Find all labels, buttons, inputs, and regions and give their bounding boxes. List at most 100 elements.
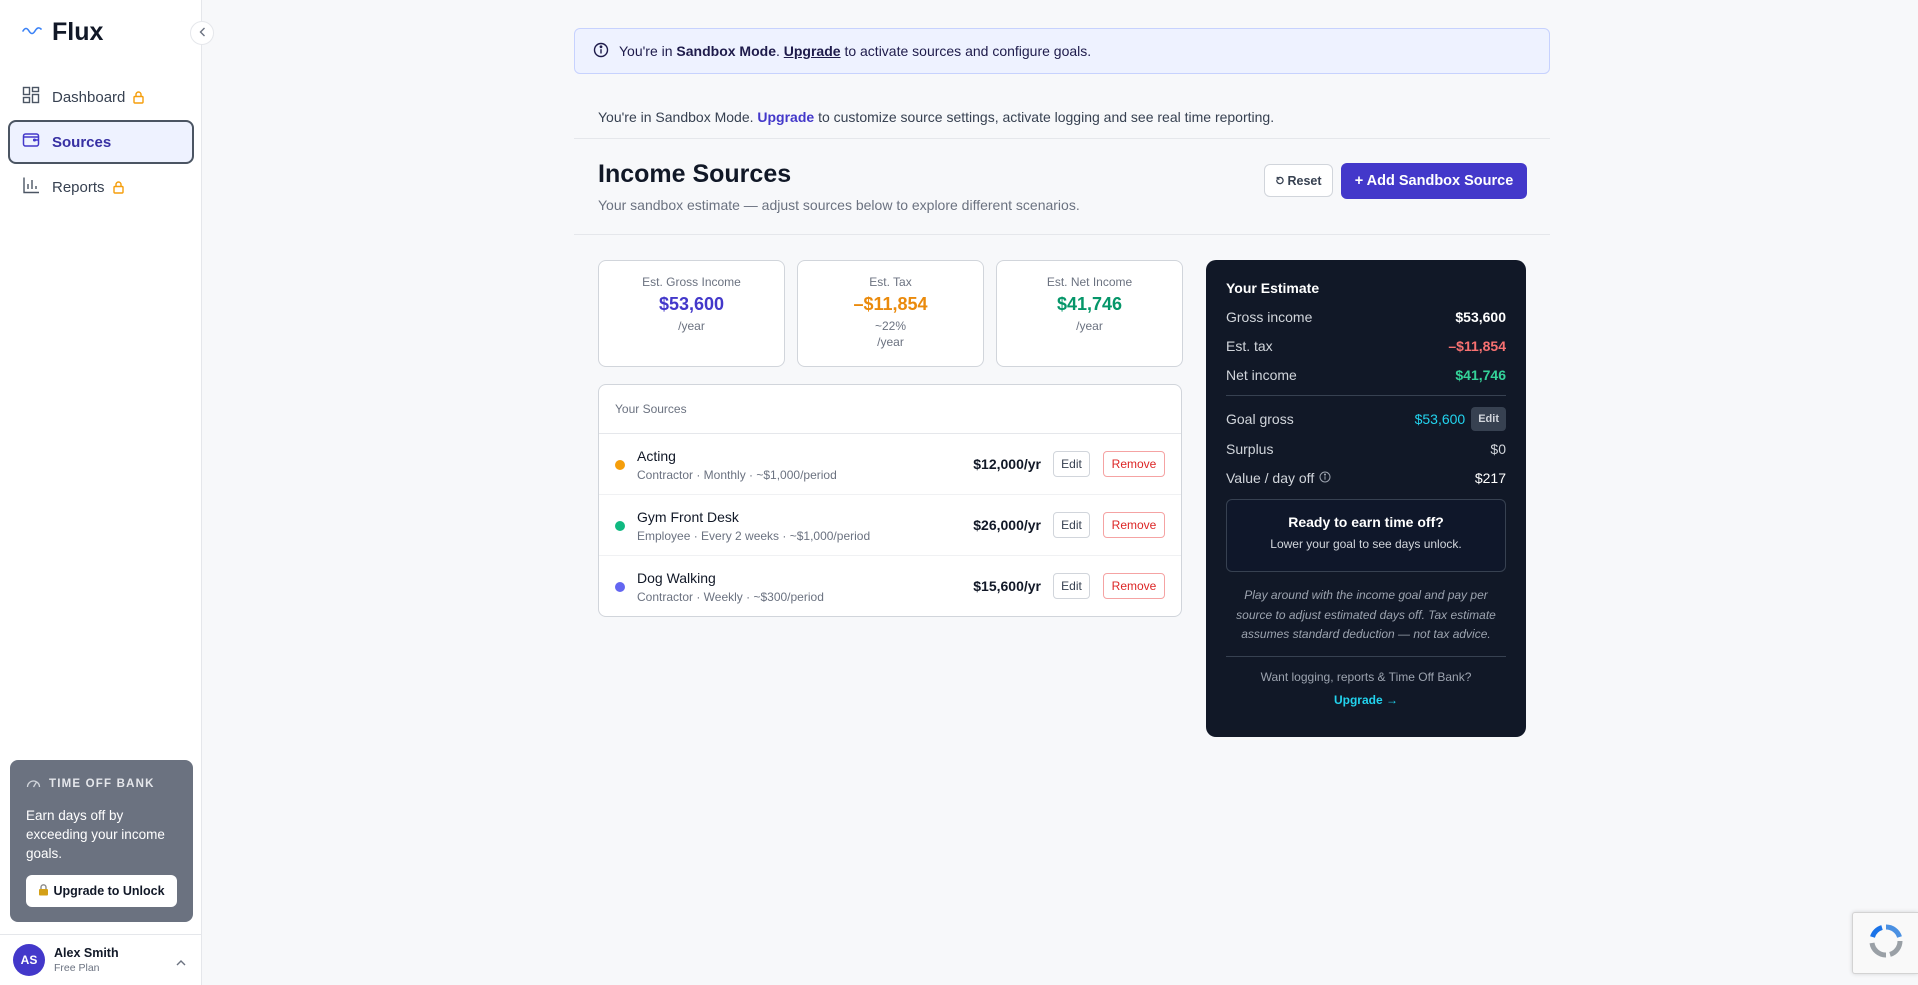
stat-period: /year	[877, 335, 904, 349]
estimate-panel: Your Estimate Gross income $53,600 Est. …	[1206, 260, 1526, 737]
remove-source-button[interactable]: Remove	[1103, 512, 1165, 538]
estimate-tax-label: Est. tax	[1226, 338, 1273, 354]
collapse-sidebar-button[interactable]	[190, 21, 214, 45]
sandbox-notice: You're in Sandbox Mode. Upgrade to custo…	[598, 109, 1275, 125]
estimate-goal-label: Goal gross	[1226, 411, 1294, 427]
add-sandbox-source-button[interactable]: + Add Sandbox Source	[1341, 163, 1527, 199]
chevron-up-icon	[176, 953, 186, 971]
info-icon	[593, 42, 609, 61]
source-amount: $26,000/yr	[973, 517, 1041, 533]
stat-value: $53,600	[658, 294, 725, 314]
gauge-icon	[26, 776, 41, 792]
reset-button[interactable]: Reset	[1264, 164, 1333, 197]
source-row: Gym Front Desk Employee · Every 2 weeks …	[599, 495, 1181, 556]
source-meta: Contractor · Weekly · ~$300/period	[637, 590, 824, 604]
stat-sub: /year	[1076, 319, 1103, 333]
estimate-goal-value: $53,600	[1414, 411, 1466, 427]
lock-icon	[38, 883, 49, 899]
remove-source-button[interactable]: Remove	[1103, 573, 1165, 599]
source-row: Dog Walking Contractor · Weekly · ~$300/…	[599, 556, 1181, 616]
recaptcha-badge[interactable]	[1852, 912, 1918, 974]
stat-net-income: Est. Net Income $41,746 /year	[996, 260, 1183, 367]
user-plan: Free Plan	[54, 962, 100, 974]
estimate-tax-value: –$11,854	[1448, 338, 1506, 354]
source-amount: $15,600/yr	[973, 578, 1041, 594]
reset-label: Reset	[1287, 173, 1322, 188]
sources-heading: Your Sources	[599, 385, 1181, 434]
time-off-bank-card: TIME OFF BANK Earn days off by exceeding…	[10, 760, 193, 922]
info-icon[interactable]	[1319, 470, 1331, 486]
wallet-icon	[22, 131, 40, 153]
estimate-value-row: Value / day off $217	[1226, 470, 1506, 486]
edit-source-button[interactable]: Edit	[1053, 512, 1090, 538]
source-color-dot	[615, 582, 625, 592]
source-name: Gym Front Desk	[637, 509, 739, 525]
brand-name: Flux	[52, 18, 104, 46]
estimate-title: Your Estimate	[1226, 280, 1320, 296]
remove-source-button[interactable]: Remove	[1103, 451, 1165, 477]
stat-label: Est. Gross Income	[642, 275, 741, 289]
stat-value: $41,746	[1056, 294, 1123, 314]
banner-upgrade-link[interactable]: Upgrade	[784, 43, 841, 59]
user-name: Alex Smith	[54, 946, 119, 960]
user-info: Alex Smith Free Plan	[54, 946, 119, 974]
stat-label: Est. Net Income	[1046, 275, 1133, 289]
stat-tax: Est. Tax –$11,854 ~22% /year	[797, 260, 984, 367]
estimate-gross-row: Gross income $53,600	[1226, 309, 1506, 325]
sidebar-item-label: Dashboard	[52, 88, 126, 106]
sidebar-nav: Dashboard Sources Reports	[8, 75, 194, 210]
source-color-dot	[615, 521, 625, 531]
estimate-value-label: Value / day off	[1226, 470, 1315, 486]
stat-sub: /year	[678, 319, 705, 333]
upgrade-to-unlock-button[interactable]: Upgrade to Unlock	[26, 875, 177, 907]
sidebar-item-dashboard[interactable]: Dashboard	[8, 75, 194, 119]
brand[interactable]: Flux	[22, 18, 103, 47]
estimate-net-value: $41,746	[1455, 367, 1506, 383]
estimate-surplus-label: Surplus	[1226, 441, 1274, 457]
banner-text: You're in Sandbox Mode. Upgrade to activ…	[619, 43, 1092, 59]
lock-icon	[112, 180, 124, 194]
estimate-tax-row: Est. tax –$11,854	[1226, 338, 1506, 354]
lock-icon	[133, 90, 145, 104]
edit-source-button[interactable]: Edit	[1053, 573, 1090, 599]
source-name: Acting	[637, 448, 676, 464]
stat-value: –$11,854	[853, 294, 928, 314]
divider	[574, 138, 1550, 139]
avatar: AS	[13, 944, 45, 976]
stat-tax-rate: ~22%	[874, 319, 907, 333]
chevron-left-icon	[199, 24, 206, 42]
edit-source-button[interactable]: Edit	[1053, 451, 1090, 477]
reset-icon	[1275, 174, 1285, 188]
estimate-surplus-row: Surplus $0	[1226, 441, 1506, 457]
sources-list: Your Sources Acting Contractor · Monthly…	[598, 384, 1182, 617]
estimate-value-value: $217	[1474, 470, 1506, 486]
divider	[574, 234, 1550, 235]
edit-goal-button[interactable]: Edit	[1471, 407, 1506, 431]
sidebar-item-label: Reports	[52, 178, 105, 196]
divider	[1226, 395, 1506, 396]
time-off-bank-title: TIME OFF BANK	[49, 778, 155, 790]
dashboard-icon	[22, 86, 40, 108]
page-subtitle: Your sandbox estimate — adjust sources b…	[598, 197, 1080, 213]
sandbox-banner: You're in Sandbox Mode. Upgrade to activ…	[574, 28, 1550, 74]
estimate-gross-label: Gross income	[1226, 309, 1313, 325]
stat-gross-income: Est. Gross Income $53,600 /year	[598, 260, 785, 367]
recaptcha-icon	[1866, 921, 1906, 966]
divider	[1226, 655, 1506, 657]
bar-chart-icon	[22, 176, 40, 198]
sandbox-mode-label: Sandbox Mode	[676, 43, 776, 59]
page-title: Income Sources	[598, 160, 792, 188]
estimate-gross-value: $53,600	[1455, 309, 1506, 325]
time-off-bank-header: TIME OFF BANK	[26, 776, 177, 792]
sidebar-item-reports[interactable]: Reports	[8, 165, 194, 209]
source-name: Dog Walking	[637, 570, 716, 586]
notice-upgrade-link[interactable]: Upgrade	[757, 109, 814, 125]
estimate-note: Play around with the income goal and pay…	[1236, 588, 1496, 641]
estimate-upgrade-link[interactable]: Upgrade →	[1226, 693, 1506, 707]
source-amount: $12,000/yr	[973, 456, 1041, 472]
user-menu[interactable]: AS Alex Smith Free Plan	[0, 934, 202, 985]
time-off-bank-text: Earn days off by exceeding your income g…	[26, 808, 165, 861]
sidebar-item-sources[interactable]: Sources	[8, 120, 194, 164]
estimate-net-row: Net income $41,746	[1226, 367, 1506, 383]
source-color-dot	[615, 460, 625, 470]
